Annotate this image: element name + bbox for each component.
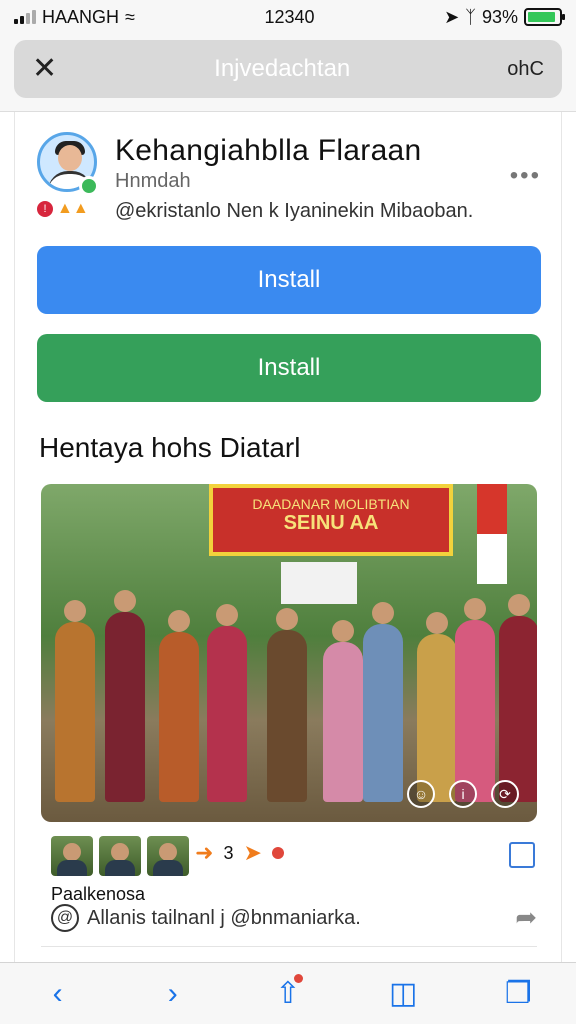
signal-strength-icon — [14, 10, 36, 24]
badge-row: ! ▲▲ — [37, 200, 89, 218]
post-photo[interactable]: DAADANAR MOLIBTIAN SEINU AA ☺ i ⟳ — [41, 484, 537, 822]
liker-avatars[interactable] — [51, 836, 189, 876]
photo-person — [323, 620, 363, 802]
clock: 12340 — [264, 6, 315, 27]
reactions[interactable]: ➜ 3 ➤ — [195, 840, 284, 866]
reaction-count: 3 — [223, 842, 234, 863]
tabs-icon[interactable]: ❐ — [493, 976, 543, 1011]
caption-text: Allanis tailnanl j @bnmaniarka. — [87, 906, 361, 929]
liker-avatar — [147, 836, 189, 876]
mention-icon: @ — [51, 904, 79, 932]
photo-person — [363, 602, 403, 802]
section-title: Hentaya hohs Diatarl — [39, 432, 301, 463]
burst-reaction-icon: ➤ — [243, 840, 262, 865]
fire-icon: ▲▲ — [57, 200, 89, 217]
caption-title: Paalkenosa — [51, 884, 146, 904]
liker-avatar — [99, 836, 141, 876]
install-button-secondary[interactable]: Install — [37, 334, 541, 402]
banner-line-2: SEINU AA — [283, 512, 379, 534]
photo-controls: ☺ i ⟳ — [407, 780, 519, 808]
caption-row: @ Allanis tailnanl j @bnmaniarka. — [51, 904, 361, 932]
bookmarks-icon[interactable]: ◫ — [378, 976, 428, 1011]
carrier-label: ΗΑΑΝGΗ — [42, 6, 120, 27]
photo-person — [417, 612, 457, 802]
online-status-icon — [79, 176, 99, 196]
close-icon[interactable]: ✕ — [32, 54, 57, 84]
alert-badge-icon: ! — [37, 201, 53, 217]
photo-person — [105, 590, 145, 802]
share-sheet-icon[interactable]: ⇧ — [263, 974, 313, 1011]
notification-dot-icon — [271, 847, 284, 859]
post-card: Kehangiahblla Flaraan Hnmdah ••• ! ▲▲ @e… — [14, 112, 562, 962]
divider — [41, 946, 537, 947]
battery-percent: 93% — [481, 6, 518, 27]
photo-banner: DAADANAR MOLIBTIAN SEINU AA — [209, 484, 453, 556]
back-icon[interactable]: ‹ — [33, 977, 83, 1011]
photo-person — [55, 600, 95, 802]
author-subtitle: Hnmdah — [115, 170, 191, 192]
face-tag-icon[interactable]: ☺ — [407, 780, 435, 808]
photo-person — [207, 604, 247, 802]
photo-person — [499, 594, 537, 802]
share-notification-dot — [293, 974, 303, 983]
flag-icon — [477, 484, 507, 584]
wifi-icon: ≈ — [125, 6, 135, 27]
author-name[interactable]: Kehangiahblla Flaraan — [115, 134, 422, 168]
page-title: Injvedachtan — [214, 55, 351, 82]
forward-reaction-icon: ➜ — [195, 840, 214, 865]
photo-person — [267, 608, 307, 802]
battery-icon — [524, 8, 565, 26]
forward-icon[interactable]: › — [148, 977, 198, 1011]
info-icon[interactable]: i — [449, 780, 477, 808]
header-right-label[interactable]: ohC — [507, 58, 544, 81]
bookmark-icon[interactable] — [509, 842, 535, 868]
status-bar: ΗΑΑΝGΗ ≈ 12340 ➤ ᛉ 93% — [0, 0, 576, 34]
liker-avatar — [51, 836, 93, 876]
location-icon: ➤ — [444, 6, 460, 27]
photo-person — [455, 598, 495, 802]
share-icon[interactable]: ➦ — [515, 902, 537, 933]
bluetooth-icon: ᛉ — [465, 6, 476, 27]
banner-line-1: DAADANAR MOLIBTIAN — [252, 496, 410, 512]
browser-header: ✕ Injvedachtan ohC — [0, 34, 576, 112]
expand-icon[interactable]: ⟳ — [491, 780, 519, 808]
photo-tent — [281, 562, 357, 604]
photo-person — [159, 610, 199, 802]
install-button-primary[interactable]: Install — [37, 246, 541, 314]
handle-line: @ekristanlo Nen k Iyaninekin Mibaoban. — [115, 200, 474, 222]
address-bar[interactable]: ✕ Injvedachtan ohC — [14, 40, 562, 98]
browser-toolbar: ‹ › ⇧ ◫ ❐ — [0, 962, 576, 1024]
more-options-icon[interactable]: ••• — [510, 162, 541, 190]
